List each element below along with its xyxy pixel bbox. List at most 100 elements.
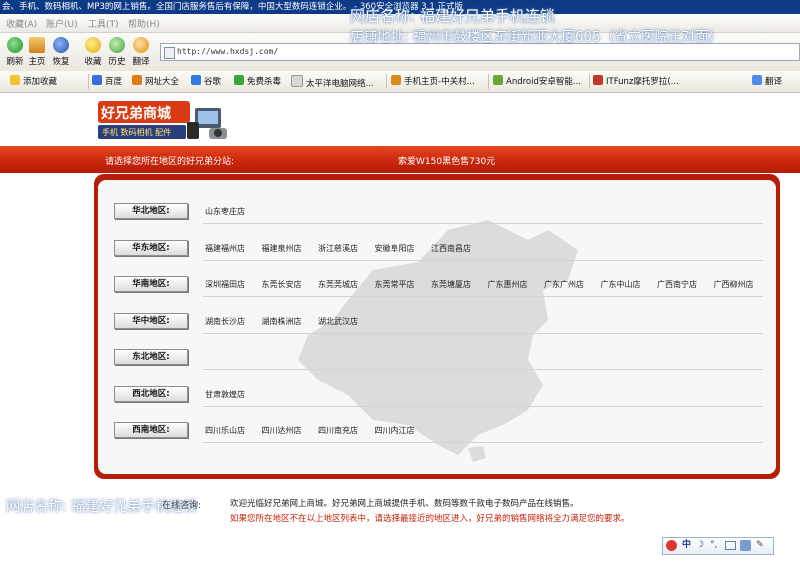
undo-icon: [53, 37, 69, 53]
moon-icon[interactable]: ☽: [696, 540, 707, 551]
antivirus-icon: [234, 75, 244, 85]
row-divider: [203, 369, 763, 370]
store-link[interactable]: 东莞长安店: [262, 279, 302, 290]
translate-bar-button[interactable]: 翻译: [752, 75, 782, 87]
store-link[interactable]: 四川达州店: [262, 425, 302, 436]
shirt-icon[interactable]: [740, 540, 751, 551]
region-button[interactable]: 西南地区:: [114, 422, 188, 438]
store-link[interactable]: 湖北武汉店: [318, 316, 358, 327]
fav-url-directory[interactable]: 网址大全: [132, 75, 179, 87]
zol-icon: [391, 75, 401, 85]
star-icon: [10, 75, 20, 85]
itfunz-icon: [593, 75, 603, 85]
fav-itfunz[interactable]: ITFunz摩托罗拉(...: [593, 75, 679, 87]
region-panel: 华北地区: 山东枣庄店华东地区: 福建福州店 福建泉州店 浙江慈溪店 安徽阜阳店 江西南昌店…: [98, 180, 776, 474]
fav-android[interactable]: Android安卓智能...: [493, 75, 581, 87]
store-link[interactable]: 四川内江店: [375, 425, 415, 436]
store-link[interactable]: 福建泉州店: [262, 243, 302, 254]
region-row: 东北地区:: [98, 341, 776, 371]
row-divider: [203, 332, 763, 334]
row-divider: [203, 296, 763, 297]
refresh-icon: [7, 37, 23, 53]
page-icon: [164, 47, 175, 59]
ime-toolbar[interactable]: 中 ☽ °, ✎: [662, 537, 774, 555]
row-divider: [203, 442, 763, 443]
store-link[interactable]: 浙江慈溪店: [318, 243, 358, 254]
star-icon: [85, 37, 101, 53]
separator: [88, 74, 89, 89]
fav-pconline[interactable]: 太平洋电脑网络...: [291, 75, 374, 89]
fav-zol-phone[interactable]: 手机主页-中关村...: [391, 75, 475, 87]
home-icon: [29, 37, 45, 53]
translate-icon: [752, 75, 762, 85]
store-link[interactable]: 山东枣庄店: [205, 206, 245, 217]
region-button[interactable]: 东北地区:: [114, 349, 188, 365]
region-row: 华南地区: 深圳福田店 东莞长安店 东莞莞城店 东莞常平店 东莞塘厦店 广东惠州店 广东广州店…: [98, 268, 776, 298]
store-link[interactable]: 广东广州店: [544, 279, 584, 290]
restore-button[interactable]: 恢复: [46, 37, 76, 67]
translate-icon: [133, 37, 149, 53]
translate-toolbar-button[interactable]: 翻译: [126, 37, 156, 67]
fav-antivirus[interactable]: 免费杀毒: [234, 75, 281, 87]
wrench-icon[interactable]: ✎: [756, 540, 767, 551]
address-bar[interactable]: http://www.hxdsj.com/: [160, 43, 800, 61]
region-row: 华中地区: 湖南长沙店 湖南株洲店 湖北武汉店: [98, 305, 776, 335]
region-select-prompt: 请选择您所在地区的好兄弟分站:: [105, 157, 235, 167]
menu-favorites[interactable]: 收藏(A): [6, 17, 37, 30]
footer-welcome-text: 欢迎光临好兄弟网上商城。好兄弟网上商城提供手机、数码等数千款电子数码产品在线销售…: [230, 499, 579, 509]
punct-icon[interactable]: °,: [710, 540, 721, 551]
separator: [589, 74, 590, 89]
region-button[interactable]: 华东地区:: [114, 239, 188, 256]
history-icon: [109, 37, 125, 53]
logo-title: 好兄弟商城: [101, 106, 171, 122]
row-divider: [203, 259, 763, 261]
store-link[interactable]: 安徽阜阳店: [375, 243, 415, 254]
google-icon: [191, 75, 201, 85]
separator: [488, 74, 489, 89]
store-link[interactable]: 广东惠州店: [488, 279, 528, 290]
region-row: 西南地区: 四川乐山店 四川达州店 四川南充店 四川内江店: [98, 414, 776, 444]
store-link[interactable]: 东莞塘厦店: [431, 279, 471, 290]
store-link[interactable]: 福建福州店: [205, 243, 245, 254]
promo-link[interactable]: 索爱W150黑色售730元: [398, 154, 495, 167]
online-consult-label: 在线咨询:: [162, 501, 202, 511]
menu-help[interactable]: 帮助(H): [128, 17, 160, 30]
store-link[interactable]: 四川乐山店: [205, 425, 245, 436]
fav-google[interactable]: 谷歌: [191, 75, 221, 87]
region-row: 华东地区: 福建福州店 福建泉州店 浙江慈溪店 安徽阜阳店 江西南昌店: [98, 232, 776, 262]
region-button[interactable]: 华南地区:: [114, 276, 188, 292]
region-header-band: 请选择您所在地区的好兄弟分站: 索爱W150黑色售730元: [0, 146, 800, 173]
keyboard-icon[interactable]: [725, 541, 736, 550]
menu-tools[interactable]: 工具(T): [88, 17, 119, 30]
store-link[interactable]: 广西柳州店: [714, 279, 754, 290]
store-link[interactable]: 东莞莞城店: [318, 279, 358, 290]
menu-account[interactable]: 账户(U): [46, 17, 78, 30]
address-text: http://www.hxdsj.com/: [177, 47, 279, 56]
android-icon: [493, 75, 503, 85]
region-button[interactable]: 华北地区:: [114, 203, 188, 219]
store-link[interactable]: 四川南充店: [318, 425, 358, 436]
logo-subtitle: 手机 数码相机 配件: [102, 128, 172, 137]
store-name-watermark: 网店名称: 福建好兄弟手机连锁: [350, 7, 555, 25]
store-link[interactable]: 江西南昌店: [431, 243, 471, 254]
region-button[interactable]: 西北地区:: [114, 385, 188, 402]
store-link[interactable]: 甘肃敦煌店: [205, 389, 245, 400]
add-favorite-button[interactable]: 添加收藏: [10, 75, 57, 87]
region-button[interactable]: 华中地区:: [114, 312, 188, 329]
zh-icon[interactable]: 中: [682, 540, 693, 551]
region-row: 华北地区: 山东枣庄店: [98, 195, 776, 225]
store-link[interactable]: 广东中山店: [601, 279, 641, 290]
sogou-s-icon[interactable]: [666, 540, 677, 551]
site-logo[interactable]: 好兄弟商城 手机 数码相机 配件: [97, 100, 229, 142]
store-link[interactable]: 东莞常平店: [375, 279, 415, 290]
store-address-watermark: 店铺地址: 福州市鼓楼区东街新亚大厦605（省立医院正对面）: [350, 29, 723, 45]
store-link[interactable]: 广西南宁店: [657, 279, 697, 290]
favorites-bar: 添加收藏 百度 网址大全 谷歌 免费杀毒 太平洋电脑网络... 手机主页-中关村…: [0, 71, 800, 93]
directory-icon: [132, 75, 142, 85]
store-link[interactable]: 深圳福田店: [205, 279, 245, 290]
store-link[interactable]: 湖南株洲店: [262, 316, 302, 327]
store-link[interactable]: 湖南长沙店: [205, 316, 245, 327]
page-icon: [291, 75, 303, 87]
fav-baidu[interactable]: 百度: [92, 75, 122, 87]
separator: [386, 74, 387, 89]
